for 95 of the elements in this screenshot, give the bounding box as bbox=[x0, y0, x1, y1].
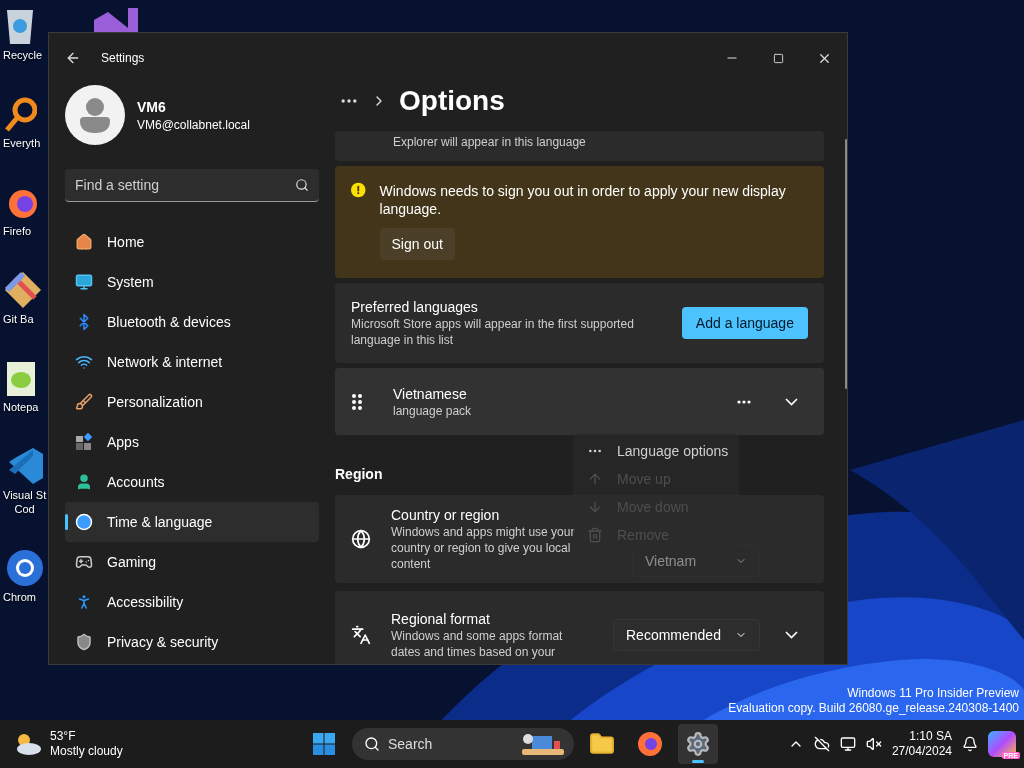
firefox-icon bbox=[637, 731, 663, 757]
weather-condition: Mostly cloudy bbox=[50, 744, 123, 759]
nav-item[interactable]: Time & language bbox=[65, 502, 319, 542]
desktop-icon-label[interactable]: Git Ba bbox=[3, 312, 34, 326]
card-title: Preferred languages bbox=[351, 298, 479, 316]
trash-icon bbox=[587, 527, 603, 543]
account-email: VM6@collabnet.local bbox=[137, 117, 250, 132]
desktop-icon-label[interactable]: Chrom bbox=[3, 590, 36, 604]
warning-icon bbox=[351, 182, 366, 198]
arrow-down-icon bbox=[587, 499, 603, 515]
globe-icon bbox=[351, 529, 371, 549]
card-description: Windows and apps might use your country or region to give you local content bbox=[391, 524, 576, 572]
back-icon[interactable] bbox=[65, 50, 81, 66]
warning-message: Windows needs to sign you out in order to apply your new display language. bbox=[379, 182, 787, 218]
volume-muted-icon[interactable] bbox=[865, 736, 882, 752]
apps-icon bbox=[75, 433, 93, 451]
taskbar-search[interactable]: Search bbox=[352, 728, 574, 760]
nav-item[interactable]: Network & internet bbox=[65, 342, 319, 382]
nav-label: System bbox=[107, 274, 154, 290]
section-heading: Region bbox=[335, 466, 383, 482]
taskbar-app[interactable] bbox=[678, 724, 718, 764]
home-icon bbox=[75, 233, 93, 251]
language-format-icon bbox=[351, 625, 371, 645]
nav-label: Time & language bbox=[107, 514, 213, 530]
search-box[interactable]: Find a setting bbox=[65, 169, 319, 202]
build-info-text: Evaluation copy. Build 26080.ge_release.240308-1400 bbox=[728, 701, 1019, 716]
selection-indicator bbox=[65, 514, 68, 530]
nav-item[interactable]: Bluetooth & devices bbox=[65, 302, 319, 342]
desktop-icon-label[interactable]: Recycle bbox=[3, 48, 43, 62]
arrow-up-icon bbox=[587, 471, 603, 487]
wifi-icon bbox=[75, 353, 93, 371]
windows-logo-icon bbox=[312, 732, 336, 756]
nav-label: Privacy & security bbox=[107, 634, 219, 650]
card-description: Explorer will appear in this language bbox=[393, 134, 587, 150]
scrollbar[interactable] bbox=[844, 139, 847, 389]
person-icon bbox=[75, 473, 93, 491]
git-icon bbox=[3, 270, 43, 310]
active-indicator bbox=[692, 760, 704, 763]
nav-label: Network & internet bbox=[107, 354, 223, 370]
menu-item[interactable]: Language options bbox=[577, 437, 735, 465]
dropdown[interactable]: Recommended bbox=[613, 619, 760, 651]
window-title: Settings bbox=[101, 51, 146, 65]
nav-item[interactable]: Accounts bbox=[65, 462, 319, 502]
nav-item[interactable]: System bbox=[65, 262, 319, 302]
nav-item[interactable]: Home bbox=[65, 222, 319, 262]
account-name: VM6 bbox=[137, 98, 167, 115]
language-name: Vietnamese bbox=[393, 384, 468, 403]
cloud-off-icon[interactable] bbox=[813, 736, 830, 752]
desktop-icon-label[interactable]: Visual St Cod bbox=[3, 488, 47, 516]
brush-icon bbox=[75, 393, 93, 411]
desktop-icon-label[interactable]: Firefo bbox=[3, 224, 32, 238]
card-title: Regional format bbox=[391, 610, 491, 628]
cloud-sun-icon bbox=[14, 732, 42, 756]
folder-icon bbox=[589, 731, 615, 757]
desk-illustration-icon bbox=[520, 731, 566, 757]
nav-label: Accessibility bbox=[107, 594, 184, 610]
nav-label: Accounts bbox=[107, 474, 165, 490]
person-icon bbox=[78, 97, 112, 133]
card-description: Windows and some apps format dates and times based on your bbox=[391, 628, 564, 660]
gear-icon bbox=[685, 731, 711, 757]
search-icon bbox=[295, 178, 309, 192]
sign-out-button[interactable]: Sign out bbox=[379, 228, 455, 260]
add-language-button[interactable]: Add a language bbox=[681, 307, 808, 339]
nav-item[interactable]: Apps bbox=[65, 422, 319, 462]
clock[interactable]: 1:10 SA 27/04/2024 bbox=[891, 729, 952, 759]
search-field[interactable]: Find a setting bbox=[75, 173, 295, 197]
desktop-icon-label[interactable]: Notepa bbox=[3, 400, 39, 414]
build-info-text: Windows 11 Pro Insider Preview bbox=[847, 686, 1019, 701]
maximize-icon bbox=[772, 52, 784, 64]
more-icon bbox=[736, 399, 751, 404]
search-icon bbox=[364, 736, 380, 752]
monitor-icon bbox=[75, 273, 93, 291]
temperature: 53°F bbox=[50, 729, 77, 744]
language-detail: language pack bbox=[393, 402, 473, 419]
notification-bell-icon[interactable] bbox=[962, 736, 978, 752]
nav-label: Apps bbox=[107, 434, 139, 450]
shield-icon bbox=[75, 633, 93, 651]
chevron-down-icon bbox=[785, 631, 799, 639]
nav-item[interactable]: Personalization bbox=[65, 382, 319, 422]
card-title: Country or region bbox=[391, 506, 501, 524]
gamepad-icon bbox=[75, 553, 93, 571]
nav-label: Gaming bbox=[107, 554, 157, 570]
nav-item[interactable]: Gaming bbox=[65, 542, 319, 582]
nav-label: Home bbox=[107, 234, 145, 250]
nav-item[interactable]: Privacy & security bbox=[65, 622, 319, 662]
desktop-icon-label[interactable]: Everyth bbox=[3, 136, 41, 150]
language-row[interactable]: Vietnamese language pack bbox=[335, 368, 824, 435]
drag-handle-icon[interactable] bbox=[351, 392, 363, 411]
page-title: Options bbox=[399, 85, 505, 117]
network-icon[interactable] bbox=[839, 736, 856, 752]
chevron-down-icon bbox=[785, 397, 799, 406]
card-description: Microsoft Store apps will appear in the first supported language in this list bbox=[351, 316, 635, 348]
nav-label: Personalization bbox=[107, 394, 203, 410]
nav-item[interactable]: Accessibility bbox=[65, 582, 319, 622]
nav-label: Bluetooth & devices bbox=[107, 314, 231, 330]
